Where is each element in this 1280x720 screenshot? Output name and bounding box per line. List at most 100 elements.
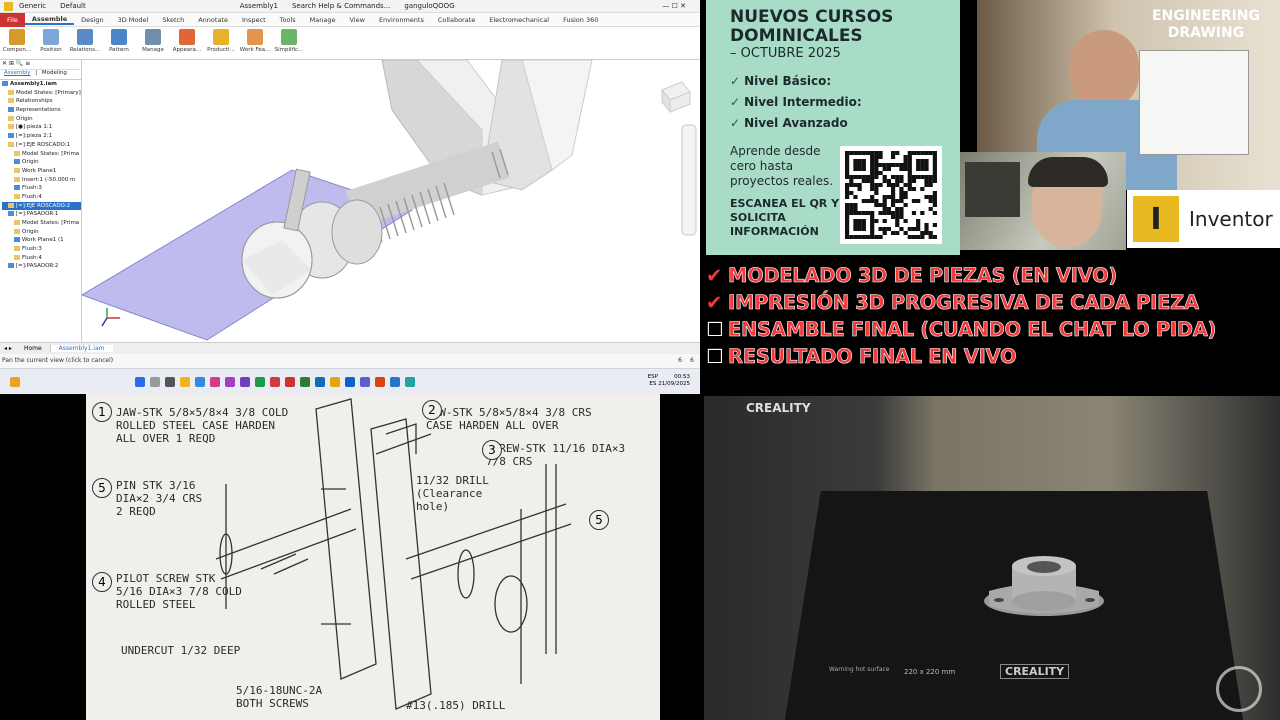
taskbar-app-icon[interactable] xyxy=(360,377,370,387)
qr-module xyxy=(920,151,925,155)
taskbar-app-icon[interactable] xyxy=(330,377,340,387)
qr-module xyxy=(932,223,937,227)
browser-node[interactable]: Relationships xyxy=(2,97,81,106)
taskbar-app-icon[interactable] xyxy=(225,377,235,387)
taskbar-app-icon[interactable] xyxy=(165,377,175,387)
taskbar-app-icon[interactable] xyxy=(390,377,400,387)
system-clock[interactable]: 00:53 21/09/2025 xyxy=(658,374,690,388)
view-cube-icon[interactable] xyxy=(661,81,691,114)
menu-tab-collaborate[interactable]: Collaborate xyxy=(431,16,482,24)
qr-code[interactable] xyxy=(840,146,942,244)
qr-module xyxy=(874,235,879,239)
menu-tab-file[interactable]: File xyxy=(0,12,25,27)
ribbon-button-7[interactable]: Work Fea... xyxy=(238,29,272,53)
clock-time: 00:53 xyxy=(674,374,690,380)
menu-tab-3d-model[interactable]: 3D Model xyxy=(111,16,156,24)
taskbar-app-icon[interactable] xyxy=(240,377,250,387)
menu-tab-annotate[interactable]: Annotate xyxy=(191,16,235,24)
ribbon-tabs: File Assemble Design 3D Model Sketch Annotate… xyxy=(0,12,700,27)
display-dropdown[interactable]: Default xyxy=(60,2,86,10)
taskbar-app-icon[interactable] xyxy=(135,377,145,387)
browser-node[interactable]: [=]:PASADOR:1 xyxy=(2,210,81,219)
qr-module xyxy=(899,199,904,203)
browser-node[interactable]: Representations xyxy=(2,106,81,115)
ribbon-button-8[interactable]: Simplific... xyxy=(272,29,306,53)
browser-node[interactable]: Flush:3 xyxy=(2,245,81,254)
browser-node[interactable]: [=]:PASADOR:2 xyxy=(2,262,81,271)
taskbar-app-icon[interactable] xyxy=(195,377,205,387)
menu-tab-design[interactable]: Design xyxy=(74,16,110,24)
browser-node[interactable]: Model States: [Prima xyxy=(2,219,81,228)
menu-tab-electromechanical[interactable]: Electromechanical xyxy=(482,16,556,24)
menu-tab-environments[interactable]: Environments xyxy=(372,16,431,24)
browser-toolbar[interactable]: ✕ ⊞ 🔍 ≡ xyxy=(0,60,81,70)
app-logo-icon[interactable] xyxy=(4,1,13,11)
browser-node[interactable]: [=]:EJE ROSCADO:2 xyxy=(2,201,81,211)
taskbar-app-icon[interactable] xyxy=(255,377,265,387)
node-icon xyxy=(14,185,20,191)
node-label: [●]:pieza 1:1 xyxy=(16,124,53,131)
ribbon-label: Producti... xyxy=(207,47,235,53)
taskbar-app-icon[interactable] xyxy=(300,377,310,387)
qr-module xyxy=(870,171,875,175)
menu-tab-inspect[interactable]: Inspect xyxy=(235,16,273,24)
qr-module xyxy=(899,167,904,171)
menu-tab-view[interactable]: View xyxy=(343,16,372,24)
browser-node[interactable]: [●]:pieza 1:1 xyxy=(2,123,81,132)
widgets-icon[interactable] xyxy=(10,377,20,387)
ribbon-button-4[interactable]: Manage xyxy=(136,29,170,53)
browser-node[interactable]: Flush:3 xyxy=(2,184,81,193)
browser-node[interactable]: Origin xyxy=(2,115,81,124)
qr-module xyxy=(911,187,917,191)
browser-node[interactable]: Flush:4 xyxy=(2,254,81,263)
browser-node[interactable]: Insert:1 (-50.000 m xyxy=(2,176,81,185)
graphics-viewport[interactable] xyxy=(82,60,700,342)
taskbar-app-icon[interactable] xyxy=(405,377,415,387)
taskbar-app-icon[interactable] xyxy=(150,377,160,387)
search-field[interactable]: Search Help & Commands... xyxy=(292,2,390,10)
promo-title-1: NUEVOS CURSOS xyxy=(730,7,894,27)
ribbon-button-3[interactable]: Pattern xyxy=(102,29,136,53)
menu-tab-manage[interactable]: Manage xyxy=(303,16,343,24)
menu-tab-sketch[interactable]: Sketch xyxy=(155,16,191,24)
ribbon-button-1[interactable]: Position xyxy=(34,29,68,53)
tab-modeling[interactable]: Modeling xyxy=(42,70,67,76)
ribbon-button-2[interactable]: Relations... xyxy=(68,29,102,53)
tab-home[interactable]: Home xyxy=(16,345,51,352)
browser-node[interactable]: Model States: [Prima xyxy=(2,150,81,159)
taskbar-app-icon[interactable] xyxy=(315,377,325,387)
taskbar-app-icon[interactable] xyxy=(210,377,220,387)
tab-assembly1[interactable]: Assembly1.iam xyxy=(50,345,113,352)
ribbon-button-6[interactable]: Producti... xyxy=(204,29,238,53)
preset-dropdown[interactable]: Generic xyxy=(19,2,46,10)
browser-node[interactable]: Flush:4 xyxy=(2,193,81,202)
lang-indicator[interactable]: ESP xyxy=(648,374,658,381)
window-controls[interactable]: — ☐ ✕ xyxy=(662,2,686,10)
qr-module xyxy=(890,163,896,167)
taskbar-app-icon[interactable] xyxy=(345,377,355,387)
menu-tab-fusion-360[interactable]: Fusion 360 xyxy=(556,16,605,24)
browser-node[interactable]: Assembly1.iam xyxy=(2,80,81,89)
taskbar-app-icon[interactable] xyxy=(375,377,385,387)
browser-node[interactable]: [=]:pieza 2:1 xyxy=(2,132,81,141)
browser-node[interactable]: [=]:EJE ROSCADO:1 xyxy=(2,141,81,150)
ribbon-button-5[interactable]: Appeara... xyxy=(170,29,204,53)
taskbar-app-icon[interactable] xyxy=(180,377,190,387)
nav-arrows[interactable]: ◂ ▸ xyxy=(4,345,12,352)
qr-module xyxy=(924,231,929,235)
user-name[interactable]: ganguloQOOG xyxy=(404,2,454,10)
browser-node[interactable]: Work Plane1 (1 xyxy=(2,236,81,245)
ribbon-button-0[interactable]: Compon... xyxy=(0,29,34,53)
taskbar-app-icon[interactable] xyxy=(285,377,295,387)
tab-assembly[interactable]: Assembly xyxy=(4,70,31,76)
navigation-bar[interactable] xyxy=(681,124,697,236)
menu-tab-tools[interactable]: Tools xyxy=(273,16,303,24)
browser-node[interactable]: Origin xyxy=(2,158,81,167)
taskbar-app-icon[interactable] xyxy=(270,377,280,387)
browser-node[interactable]: Work Plane1 xyxy=(2,167,81,176)
browser-node[interactable]: Model States: [Primary] xyxy=(2,89,81,98)
qr-module xyxy=(924,167,929,171)
qr-module xyxy=(845,207,850,211)
browser-node[interactable]: Origin xyxy=(2,228,81,237)
menu-tab-assemble[interactable]: Assemble xyxy=(24,15,75,25)
